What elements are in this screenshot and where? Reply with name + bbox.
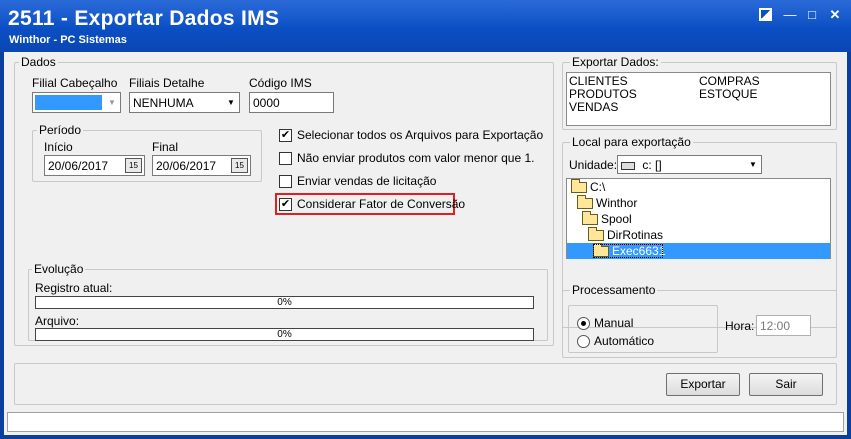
tree-item-spool[interactable]: Spool [582, 211, 632, 227]
unidade-label: Unidade: [569, 158, 618, 172]
periodo-legend: Período [37, 123, 84, 137]
hora-label: Hora: [725, 319, 755, 333]
tree-item-c-drive[interactable]: C:\ [571, 179, 605, 195]
filial-cabecalho-selection [35, 95, 102, 110]
drive-icon [621, 161, 635, 170]
calendar-icon[interactable]: 15 [231, 158, 248, 173]
dados-legend: Dados [19, 55, 58, 69]
registro-atual-label: Registro atual: [35, 281, 113, 295]
directory-tree[interactable]: C:\ Winthor Spool DirRotinas Exec6631 [566, 178, 831, 259]
registro-atual-progress: 0% [35, 296, 534, 309]
folder-open-icon [571, 179, 587, 194]
window-title: 2511 - Exportar Dados IMS [8, 7, 280, 30]
tree-item-label: C:\ [590, 180, 606, 194]
final-label: Final [152, 140, 179, 154]
help-icon [758, 8, 772, 21]
automatico-radio[interactable] [577, 335, 590, 348]
selecionar-todos-checkbox[interactable]: ✔ [279, 129, 292, 142]
exportar-button[interactable]: Exportar [666, 373, 740, 396]
local-exportacao-legend: Local para exportação [570, 135, 693, 149]
nao-enviar-produtos-checkbox[interactable] [279, 152, 292, 165]
filial-cabecalho-combo[interactable]: ▼ [32, 92, 121, 113]
evolucao-legend: Evolução [32, 262, 86, 276]
enviar-vendas-licitacao-label: Enviar vendas de licitação [297, 174, 437, 188]
enviar-vendas-licitacao-checkbox[interactable] [279, 175, 292, 188]
client-area: Dados Filial Cabeçalho ▼ Filiais Detalhe… [4, 52, 847, 435]
automatico-label: Automático [594, 334, 655, 348]
arquivo-label: Arquivo: [35, 314, 80, 328]
processamento-legend: Processamento [570, 283, 658, 297]
tree-item-winthor[interactable]: Winthor [577, 195, 637, 211]
inicio-date-input[interactable]: 20/06/2017 15 [44, 155, 145, 176]
folder-open-icon [588, 227, 604, 242]
focus-rect [593, 244, 663, 258]
title-bar[interactable]: 2511 - Exportar Dados IMS Winthor - PC S… [0, 0, 851, 52]
unidade-value: c: [] [642, 158, 662, 172]
selecionar-todos-label: Selecionar todos os Arquivos para Export… [297, 128, 544, 142]
folder-open-icon [577, 195, 593, 210]
exportar-dados-list[interactable]: CLIENTES PRODUTOS VENDAS COMPRAS ESTOQUE [566, 72, 831, 126]
codigo-ims-label: Código IMS [249, 76, 312, 90]
inicio-label: Início [44, 140, 73, 154]
unidade-combo[interactable]: c: [] ▼ [617, 155, 762, 174]
tree-item-dirrotinas[interactable]: DirRotinas [588, 227, 663, 243]
radio-dot [581, 321, 586, 326]
final-date-input[interactable]: 20/06/2017 15 [152, 155, 251, 176]
exportar-dados-legend: Exportar Dados: [570, 55, 661, 69]
filial-cabecalho-label: Filial Cabeçalho [32, 76, 118, 90]
considerar-fator-checkbox[interactable]: ✔ [279, 198, 292, 211]
window-subtitle: Winthor - PC Sistemas [9, 34, 127, 46]
manual-radio[interactable] [577, 317, 590, 330]
arquivo-progress: 0% [35, 328, 534, 341]
application-window: 2511 - Exportar Dados IMS Winthor - PC S… [0, 0, 851, 439]
chevron-down-icon[interactable]: ▼ [223, 93, 239, 112]
close-button[interactable]: ✕ [826, 6, 844, 24]
filiais-detalhe-combo[interactable]: NENHUMA ▼ [129, 92, 240, 113]
final-value: 20/06/2017 [156, 159, 217, 173]
tree-item-label: DirRotinas [607, 228, 664, 242]
manual-label: Manual [594, 316, 634, 330]
sair-button[interactable]: Sair [749, 373, 823, 396]
tree-item-label: Winthor [596, 196, 638, 210]
minimize-button[interactable]: — [781, 6, 799, 24]
maximize-button[interactable]: □ [803, 6, 821, 24]
calendar-icon[interactable]: 15 [125, 158, 142, 173]
considerar-fator-label: Considerar Fator de Conversão [297, 197, 466, 211]
tree-item-label: Spool [601, 212, 632, 226]
help-button[interactable] [756, 6, 774, 24]
filiais-detalhe-label: Filiais Detalhe [129, 76, 205, 90]
hora-input[interactable]: 12:00 [756, 315, 811, 336]
list-item[interactable]: ESTOQUE [699, 88, 757, 101]
chevron-down-icon[interactable]: ▼ [104, 93, 120, 112]
filiais-detalhe-value: NENHUMA [133, 96, 194, 110]
inicio-value: 20/06/2017 [48, 159, 109, 173]
status-bar [7, 412, 844, 432]
nao-enviar-produtos-label: Não enviar produtos com valor menor que … [297, 151, 535, 165]
folder-open-icon [582, 211, 598, 226]
chevron-down-icon[interactable]: ▼ [745, 156, 761, 173]
codigo-ims-input[interactable]: 0000 [249, 92, 334, 113]
list-item[interactable]: VENDAS [569, 101, 618, 114]
